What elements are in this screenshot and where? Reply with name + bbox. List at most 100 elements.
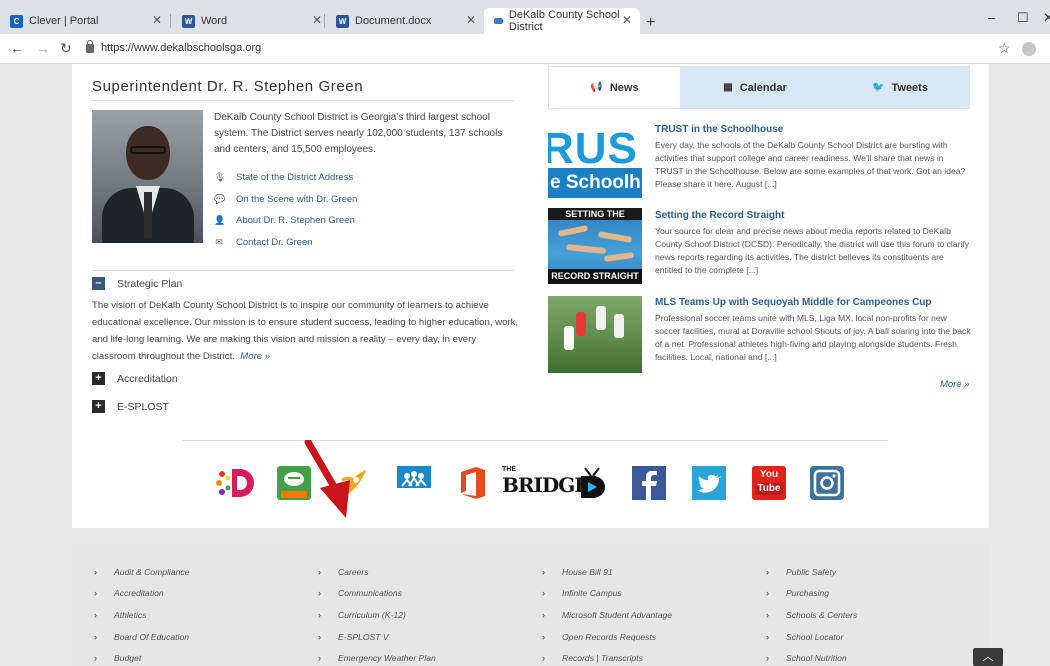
close-icon[interactable]: ✕ [152, 13, 162, 27]
link-label: About Dr. R. Stephen Green [236, 215, 355, 226]
footer-link-label: Purchasing [786, 588, 829, 599]
accordion-accreditation[interactable]: + Accreditation [92, 372, 178, 385]
footer-link[interactable]: › Athletics [94, 604, 189, 626]
chevron-right-icon: › [542, 609, 545, 620]
footer-link[interactable]: › Schools & Centers [766, 604, 857, 626]
chevron-right-icon: › [766, 653, 769, 664]
footer-link[interactable]: › Emergency Weather Plan [318, 647, 436, 666]
url-field[interactable]: https://www.dekalbschoolsga.org [86, 39, 262, 54]
footer-link[interactable]: › School Nutrition [766, 647, 857, 666]
link-on-the-scene[interactable]: 💬 On the Scene with Dr. Green [214, 194, 357, 205]
chevron-right-icon: › [94, 566, 97, 577]
footer-link[interactable]: › Curriculum (K-12) [318, 604, 436, 626]
tab-document-docx[interactable]: W Document.docx ✕ [326, 8, 484, 34]
close-icon[interactable]: ✕ [466, 13, 476, 27]
news-image-trust[interactable]: RUS e Schoolh [548, 124, 642, 198]
reload-icon[interactable]: ↻ [60, 40, 72, 57]
superintendent-description: DeKalb County School District is Georgia… [214, 112, 503, 155]
news-body: Every day, the schools of the DeKalb Cou… [655, 140, 966, 189]
footer-link[interactable]: › School Locator [766, 626, 857, 648]
footer-link-label: School Nutrition [786, 653, 847, 664]
footer-link[interactable]: › Accreditation [94, 583, 189, 605]
tab-label: DeKalb County School District [508, 9, 620, 33]
footer-link-label: House Bill 91 [562, 566, 613, 577]
footer-link-label: Athletics [114, 609, 147, 620]
tab-news[interactable]: 📢 News [549, 67, 680, 108]
news-title-trust[interactable]: TRUST in the Schoolhouse [655, 124, 783, 135]
tab-tweets[interactable]: 🐦 Tweets [830, 67, 970, 108]
facebook-icon[interactable] [632, 466, 666, 500]
footer-link[interactable]: › Public Safety [766, 561, 857, 583]
tab-word[interactable]: W Word ✕ [172, 8, 330, 34]
profile-avatar[interactable] [1022, 42, 1036, 56]
chevron-right-icon: › [94, 609, 97, 620]
news-more-link[interactable]: More » [940, 379, 970, 390]
accordion-strategic-plan[interactable]: – Strategic Plan [92, 277, 182, 290]
footer-link[interactable]: › Audit & Compliance [94, 561, 189, 583]
footer-link[interactable]: › Microsoft Student Advantage [542, 604, 672, 626]
back-arrow-icon[interactable]: ← [10, 40, 24, 56]
office-icon[interactable] [458, 466, 488, 500]
superintendent-title: Superintendent Dr. R. Stephen Green [92, 78, 364, 95]
tab-dekalb-district[interactable]: DeKalb County School District ✕ [484, 8, 640, 34]
footer-link[interactable]: › Purchasing [766, 583, 857, 605]
tab-clever-portal[interactable]: C Clever | Portal ✕ [0, 8, 170, 34]
expand-icon: + [92, 372, 105, 385]
accordion-title: Strategic Plan [117, 277, 183, 290]
accordion-title: Accreditation [117, 372, 178, 385]
footer-link[interactable]: › E-SPLOST V [318, 626, 436, 648]
scroll-to-top-button[interactable]: ︿ [973, 648, 1003, 666]
footer-link[interactable]: › Board Of Education [94, 626, 189, 648]
tab-label: Clever | Portal [29, 15, 99, 27]
d-logo-icon[interactable] [214, 466, 256, 500]
people-logo-icon[interactable] [397, 466, 431, 500]
footer-link[interactable]: › Infinite Campus [542, 583, 672, 605]
the-bridge-icon[interactable]: THE BRIDGE [502, 466, 590, 500]
tab-label: Word [201, 15, 228, 27]
page-background: Superintendent Dr. R. Stephen Green DeKa… [0, 64, 1050, 666]
new-tab-button[interactable]: + [646, 14, 655, 32]
footer-link[interactable]: › Open Records Requests [542, 626, 672, 648]
link-label: On the Scene with Dr. Green [236, 194, 358, 205]
instagram-icon[interactable] [810, 466, 844, 500]
close-window-icon[interactable]: ✕ [1043, 10, 1050, 26]
accordion-e-splost[interactable]: + E-SPLOST [92, 400, 169, 413]
news-title-record[interactable]: Setting the Record Straight [655, 210, 784, 221]
user-icon: 👤 [214, 215, 226, 225]
footer-link[interactable]: › House Bill 91 [542, 561, 672, 583]
link-label: Contact Dr. Green [236, 237, 313, 248]
tab-label: News [609, 81, 639, 94]
strategic-more-link[interactable]: More » [240, 351, 270, 362]
forward-arrow-icon[interactable]: → [36, 40, 50, 56]
image-text: SETTING THE [548, 208, 642, 220]
twitter-icon[interactable] [692, 466, 726, 500]
footer-link[interactable]: › Records | Transcripts [542, 647, 672, 666]
news-title-mls[interactable]: MLS Teams Up with Sequoyah Middle for Ca… [655, 297, 932, 308]
maximize-icon[interactable]: ☐ [1017, 10, 1029, 26]
divider [182, 440, 888, 441]
bookmark-star-icon[interactable]: ☆ [998, 40, 1011, 57]
link-state-of-district[interactable]: 🎙 State of the District Address [214, 172, 353, 183]
youtube-icon[interactable]: You Tube [752, 466, 786, 500]
tab-label: Calendar [739, 81, 787, 94]
tv-logo-icon[interactable] [575, 466, 609, 500]
chevron-right-icon: › [542, 566, 545, 577]
image-text: e Schoolh [548, 168, 642, 198]
close-icon[interactable]: ✕ [622, 13, 632, 27]
footer-link[interactable]: › Budget [94, 647, 189, 666]
link-contact-dr-green[interactable]: ✉ Contact Dr. Green [214, 237, 313, 248]
chevron-right-icon: › [94, 588, 97, 599]
url-text: https://www.dekalbschoolsga.org [101, 42, 262, 54]
footer-link-label: Communications [338, 588, 402, 599]
close-icon[interactable]: ✕ [312, 13, 322, 27]
link-about-dr-green[interactable]: 👤 About Dr. R. Stephen Green [214, 215, 355, 226]
news-image-record[interactable]: SETTING THE RECORD STRAIGHT [548, 208, 642, 284]
news-image-mls[interactable] [548, 296, 642, 373]
image-text: RUS [548, 124, 638, 173]
twitter-icon: 🐦 [872, 82, 885, 93]
footer-link[interactable]: › Communications [318, 583, 436, 605]
minimize-icon[interactable]: – [988, 10, 995, 25]
chevron-right-icon: › [766, 631, 769, 642]
footer-link[interactable]: › Careers [318, 561, 436, 583]
tab-calendar[interactable]: ▦ Calendar [680, 67, 830, 108]
